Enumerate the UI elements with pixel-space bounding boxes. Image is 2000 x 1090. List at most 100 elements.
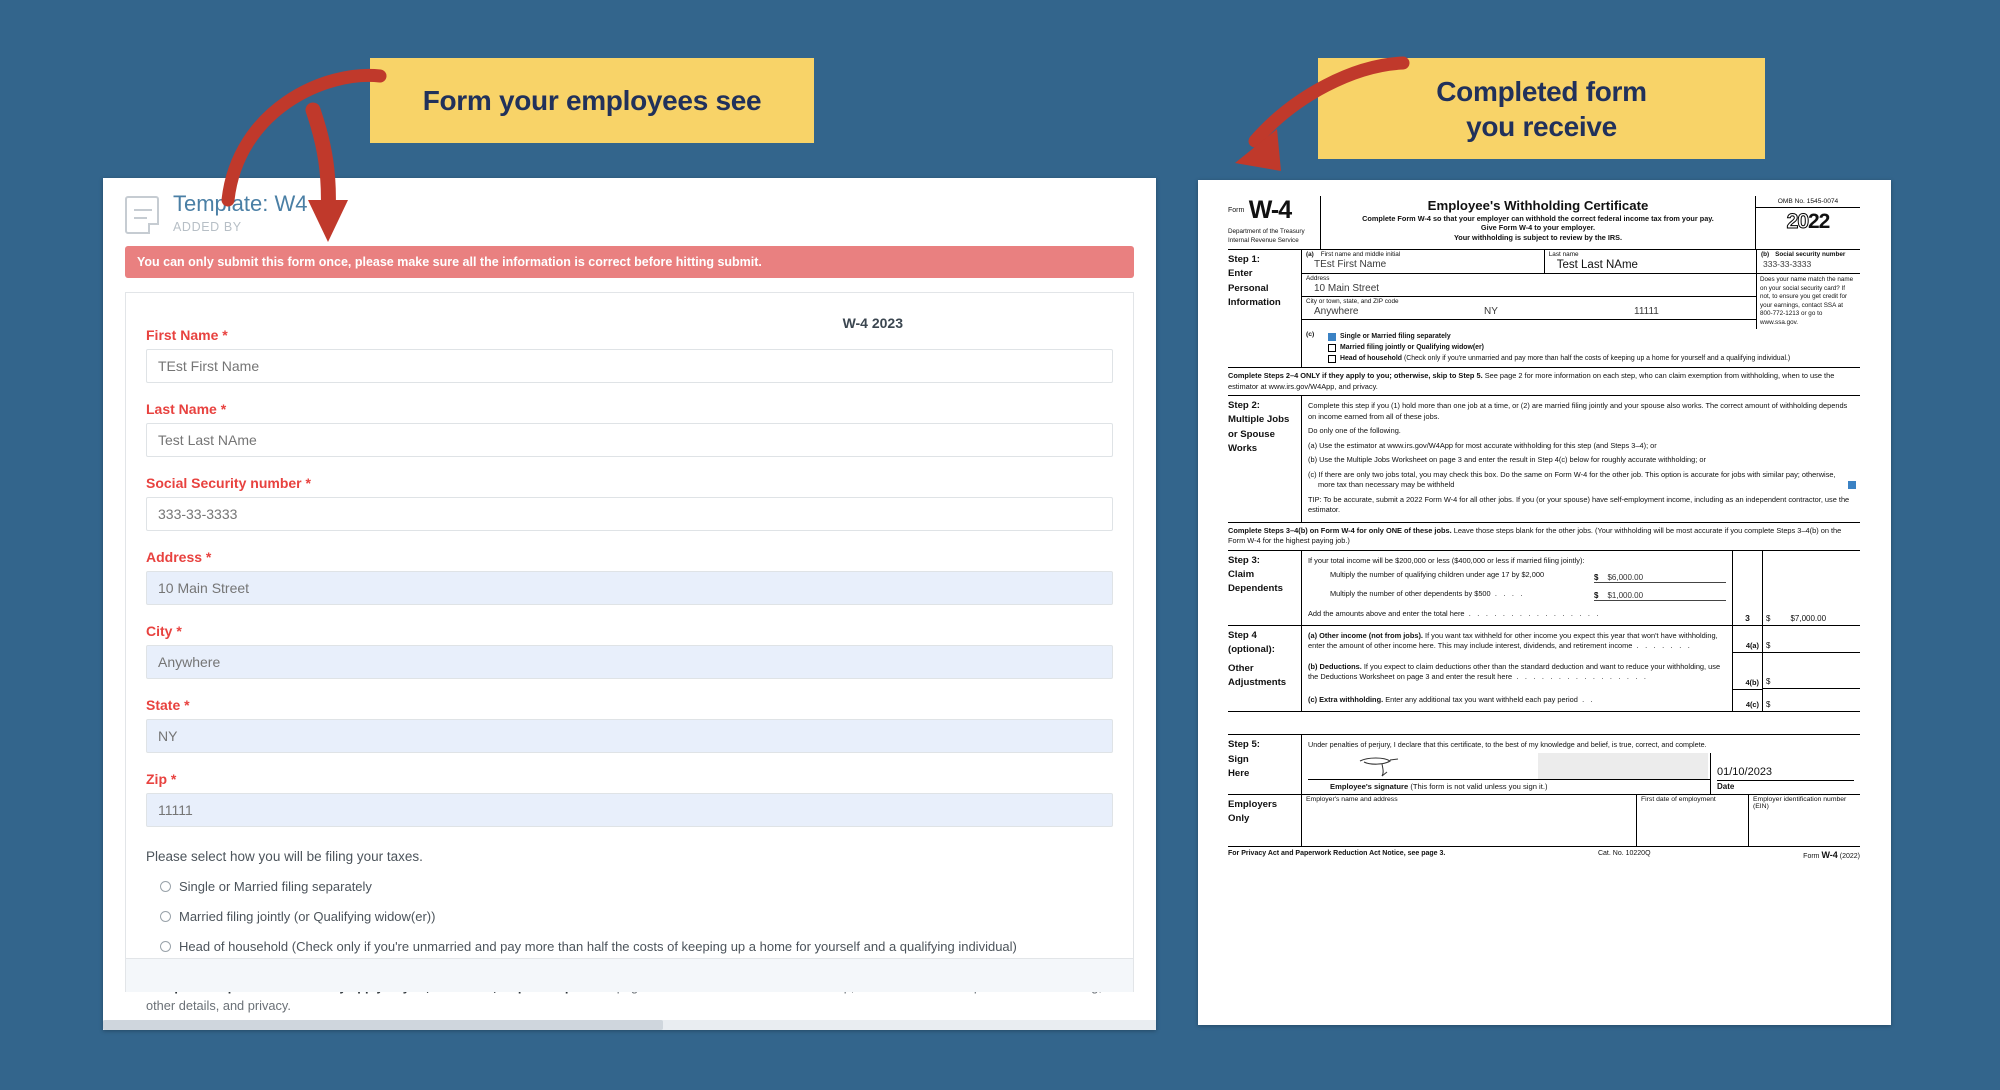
state-input[interactable]: [146, 719, 1113, 754]
city-caption: City or town, state, and ZIP code: [1306, 298, 1399, 305]
step4a-bold: (a) Other income (not from jobs).: [1308, 630, 1423, 640]
steps34-banner-bold: Complete Steps 3–4(b) on Form W-4 for on…: [1228, 525, 1452, 535]
first-date-employment-cell[interactable]: First date of employment: [1636, 794, 1748, 846]
step5-title: Step 5: Sign Here: [1228, 735, 1302, 794]
step4-line1: Step 4: [1228, 629, 1257, 641]
last-name-cell: Last name Test Last NAme: [1543, 250, 1756, 273]
first-name-caption: First name and middle initial: [1320, 251, 1401, 258]
step2-title: Step 2: Multiple Jobs or Spouse Works: [1228, 396, 1302, 522]
dollar-sign: $: [1594, 572, 1599, 582]
signature-date-value: 01/10/2023: [1717, 765, 1773, 778]
leader-dots: . . . . . . . . . . . . . . . .: [1512, 672, 1649, 682]
step2-line1: Step 2:: [1228, 400, 1260, 412]
city-input[interactable]: [146, 645, 1113, 680]
address-label: Address *: [146, 549, 212, 566]
tax-year-suffix: 22: [1808, 210, 1830, 233]
signature-pad[interactable]: [1308, 752, 1710, 779]
banner-right-line1: Completed form: [1436, 75, 1647, 107]
steps-2-4-banner: Complete Steps 2–4 ONLY if they apply to…: [1228, 368, 1860, 397]
first-name-value: TEst First Name: [1314, 259, 1387, 270]
step5-line2: Sign: [1228, 753, 1249, 765]
horizontal-scrollbar[interactable]: [103, 1020, 1156, 1030]
zip-input[interactable]: [146, 793, 1113, 828]
step2-intro: Complete this step if you (1) hold more …: [1308, 401, 1848, 421]
checkbox-icon[interactable]: [1328, 343, 1336, 352]
filing-option-head[interactable]: Head of household (Check only if you're …: [1328, 353, 1856, 364]
radio-single-or-married-separately[interactable]: Single or Married filing separately: [146, 879, 1113, 894]
w4-subtitle-3: Your withholding is subject to review by…: [1453, 232, 1623, 242]
address-input[interactable]: [146, 571, 1113, 606]
last-name-value: Test Last NAme: [1556, 259, 1638, 271]
radio-married-jointly[interactable]: Married filing jointly (or Qualifying wi…: [146, 909, 1113, 924]
step2-line4: Works: [1228, 443, 1258, 455]
employers-line1: Employers: [1228, 798, 1278, 810]
ssn-name-match-note: Does your name match the name on your so…: [1756, 274, 1860, 329]
address-caption: Address: [1306, 275, 1330, 282]
step3-line2-text: Multiply the number of other dependents …: [1330, 588, 1491, 598]
step4a-dollar: $: [1766, 641, 1771, 651]
step3-line3-text: Add the amounts above and enter the tota…: [1308, 609, 1465, 619]
first-name-input[interactable]: [146, 349, 1113, 384]
last-name-input[interactable]: [146, 423, 1113, 458]
a-marker: (a): [1306, 251, 1314, 258]
city-label: City *: [146, 623, 182, 640]
step3-line1-value: $6,000.00: [1607, 572, 1644, 582]
step2-line2: Multiple Jobs: [1228, 414, 1290, 426]
last-name-caption: Last name: [1548, 251, 1579, 258]
zip-value: 11111: [1634, 306, 1659, 317]
filing-option-head-rest: (Check only if you're unmarried and pay …: [1402, 354, 1791, 362]
privacy-notice: For Privacy Act and Paperwork Reduction …: [1228, 849, 1446, 857]
c-marker: (c): [1306, 331, 1315, 338]
employer-name-address-cell[interactable]: Employer's name and address: [1302, 795, 1636, 846]
ssn-label: Social Security number *: [146, 475, 311, 492]
radio-icon: [160, 911, 171, 923]
step4-block: Step 4 (optional): Other Adjustments (a)…: [1228, 625, 1860, 713]
step3-intro: If your total income will be $200,000 or…: [1308, 555, 1585, 565]
document-icon: [125, 196, 159, 234]
step4c-bold: (c) Extra withholding.: [1308, 694, 1384, 704]
scrollbar-thumb[interactable]: [103, 1020, 663, 1030]
radio-icon: [160, 881, 171, 893]
w4-subtitle-1: Complete Form W-4 so that your employer …: [1362, 214, 1714, 223]
step5-line3: Here: [1228, 768, 1250, 780]
radio-head-of-household[interactable]: Head of household (Check only if you're …: [146, 939, 1113, 954]
address-value: 10 Main Street: [1314, 283, 1380, 294]
banner-right-line2: you receive: [1466, 110, 1617, 142]
w4-header-center: Employee's Withholding Certificate Compl…: [1320, 196, 1756, 249]
step4-line4: Adjustments: [1228, 676, 1287, 688]
w4-footer: For Privacy Act and Paperwork Reduction …: [1228, 847, 1860, 860]
tax-year: 2022: [1756, 210, 1860, 234]
step1-line2: Enter: [1228, 268, 1253, 280]
step1-line1: Step 1:: [1228, 254, 1260, 265]
ssn-input[interactable]: [146, 497, 1113, 532]
w4-header-right: OMB No. 1545-0074 2022: [1756, 196, 1860, 249]
step4b-dollar: $: [1766, 677, 1771, 687]
filing-option-single-rest: or Married filing separately: [1360, 332, 1451, 340]
radio-label: Single or Married filing separately: [179, 879, 372, 895]
footer-form-year: (2022): [1839, 852, 1860, 860]
ein-cell[interactable]: Employer identification number (EIN): [1748, 794, 1860, 846]
step2-checkbox-checked-icon[interactable]: [1848, 480, 1856, 489]
w4-subtitle: Complete Form W-4 so that your employer …: [1326, 214, 1750, 242]
step4b-text: (b) Deductions. If you expect to claim d…: [1308, 660, 1726, 685]
submit-once-alert: You can only submit this form once, plea…: [125, 246, 1134, 279]
filing-option-jointly[interactable]: Married filing jointly or Qualifying wid…: [1328, 342, 1856, 353]
ssn-caption: Social security number: [1775, 251, 1846, 258]
step3-total-value: $7,000.00: [1790, 613, 1827, 623]
last-name-label: Last Name *: [146, 401, 227, 418]
ssn-cell: (b) Social security number 333-33-3333: [1756, 250, 1860, 273]
checkbox-checked-icon[interactable]: [1328, 332, 1336, 341]
step4c-text: (c) Extra withholding. Enter any additio…: [1308, 693, 1726, 708]
step2-option-b: (b) Use the Multiple Jobs Worksheet on p…: [1308, 455, 1706, 465]
step3-line-number: 3: [1732, 550, 1762, 625]
department-line2: Internal Revenue Service: [1228, 236, 1299, 244]
form-word-label: Form: [1228, 207, 1245, 214]
page-title: Template: W4: [173, 191, 308, 216]
step3-line2-value: $1,000.00: [1607, 591, 1644, 601]
filing-option-single[interactable]: Single or Married filing separately: [1328, 331, 1856, 342]
checkbox-icon[interactable]: [1328, 354, 1336, 363]
step2-line3: or Spouse: [1228, 428, 1275, 440]
banner-left: Form your employees see: [370, 58, 814, 143]
leader-dots: . . . .: [1490, 588, 1525, 598]
